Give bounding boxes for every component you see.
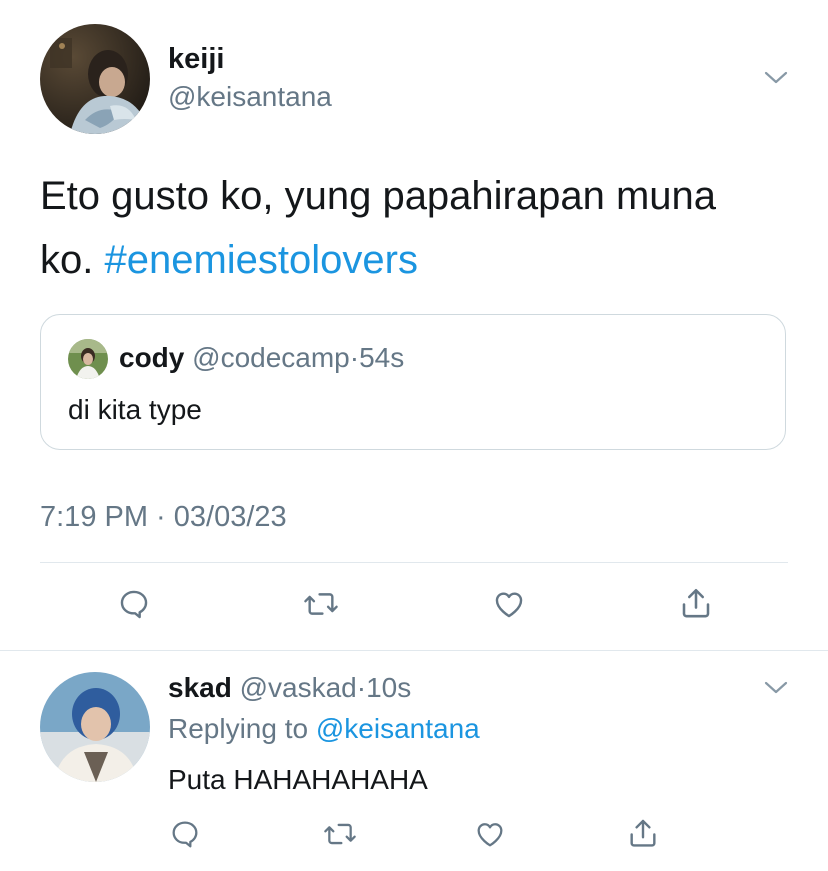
share-icon[interactable] bbox=[626, 816, 660, 850]
tweet-text-line-1: Eto gusto ko, yung papahirapan muna bbox=[40, 174, 717, 218]
reply-author-handle[interactable]: @vaskad bbox=[240, 672, 357, 703]
quoted-author-handle[interactable]: @codecamp bbox=[192, 342, 350, 373]
divider bbox=[40, 562, 788, 563]
hashtag-link[interactable]: #enemiestolovers bbox=[104, 238, 418, 282]
quoted-author-avatar[interactable] bbox=[68, 339, 108, 379]
reply-icon[interactable] bbox=[169, 818, 201, 850]
quoted-tweet-text: di kita type bbox=[68, 394, 202, 425]
replying-to-line: Replying to @keisantana bbox=[168, 712, 480, 746]
like-icon[interactable] bbox=[491, 587, 527, 621]
divider bbox=[0, 650, 828, 651]
reply-time: ·10s bbox=[356, 672, 412, 703]
tweet-timestamp[interactable]: 7:19 PM · 03/03/23 bbox=[40, 500, 287, 534]
tweet-text-suffix: ko. bbox=[40, 238, 94, 282]
author-name[interactable]: keiji bbox=[168, 42, 224, 76]
tweet-text-line-2: ko. #enemiestolovers bbox=[40, 234, 418, 286]
author-handle[interactable]: @keisantana bbox=[168, 80, 332, 114]
quoted-author-name[interactable]: cody bbox=[119, 342, 184, 373]
retweet-icon[interactable] bbox=[322, 818, 358, 850]
reply-author-line: skad @vaskad·10s bbox=[168, 671, 411, 705]
replying-to-label: Replying to bbox=[168, 713, 309, 744]
quoted-tweet-card[interactable]: cody @codecamp·54s di kita type bbox=[40, 314, 786, 450]
reply-text: Puta HAHAHAHAHA bbox=[168, 764, 428, 795]
quoted-author-line: cody @codecamp·54s bbox=[119, 341, 404, 375]
chevron-down-icon[interactable] bbox=[764, 680, 788, 696]
author-avatar[interactable] bbox=[40, 24, 150, 134]
retweet-icon[interactable] bbox=[302, 587, 340, 621]
chevron-down-icon[interactable] bbox=[764, 70, 788, 86]
reply-author-avatar[interactable] bbox=[40, 672, 150, 782]
like-icon[interactable] bbox=[473, 818, 507, 850]
replying-to-handle[interactable]: @keisantana bbox=[316, 713, 480, 744]
reply-author-name[interactable]: skad bbox=[168, 672, 232, 703]
reply-icon[interactable] bbox=[117, 587, 151, 621]
quoted-time: ·54s bbox=[349, 342, 405, 373]
share-icon[interactable] bbox=[678, 585, 714, 621]
